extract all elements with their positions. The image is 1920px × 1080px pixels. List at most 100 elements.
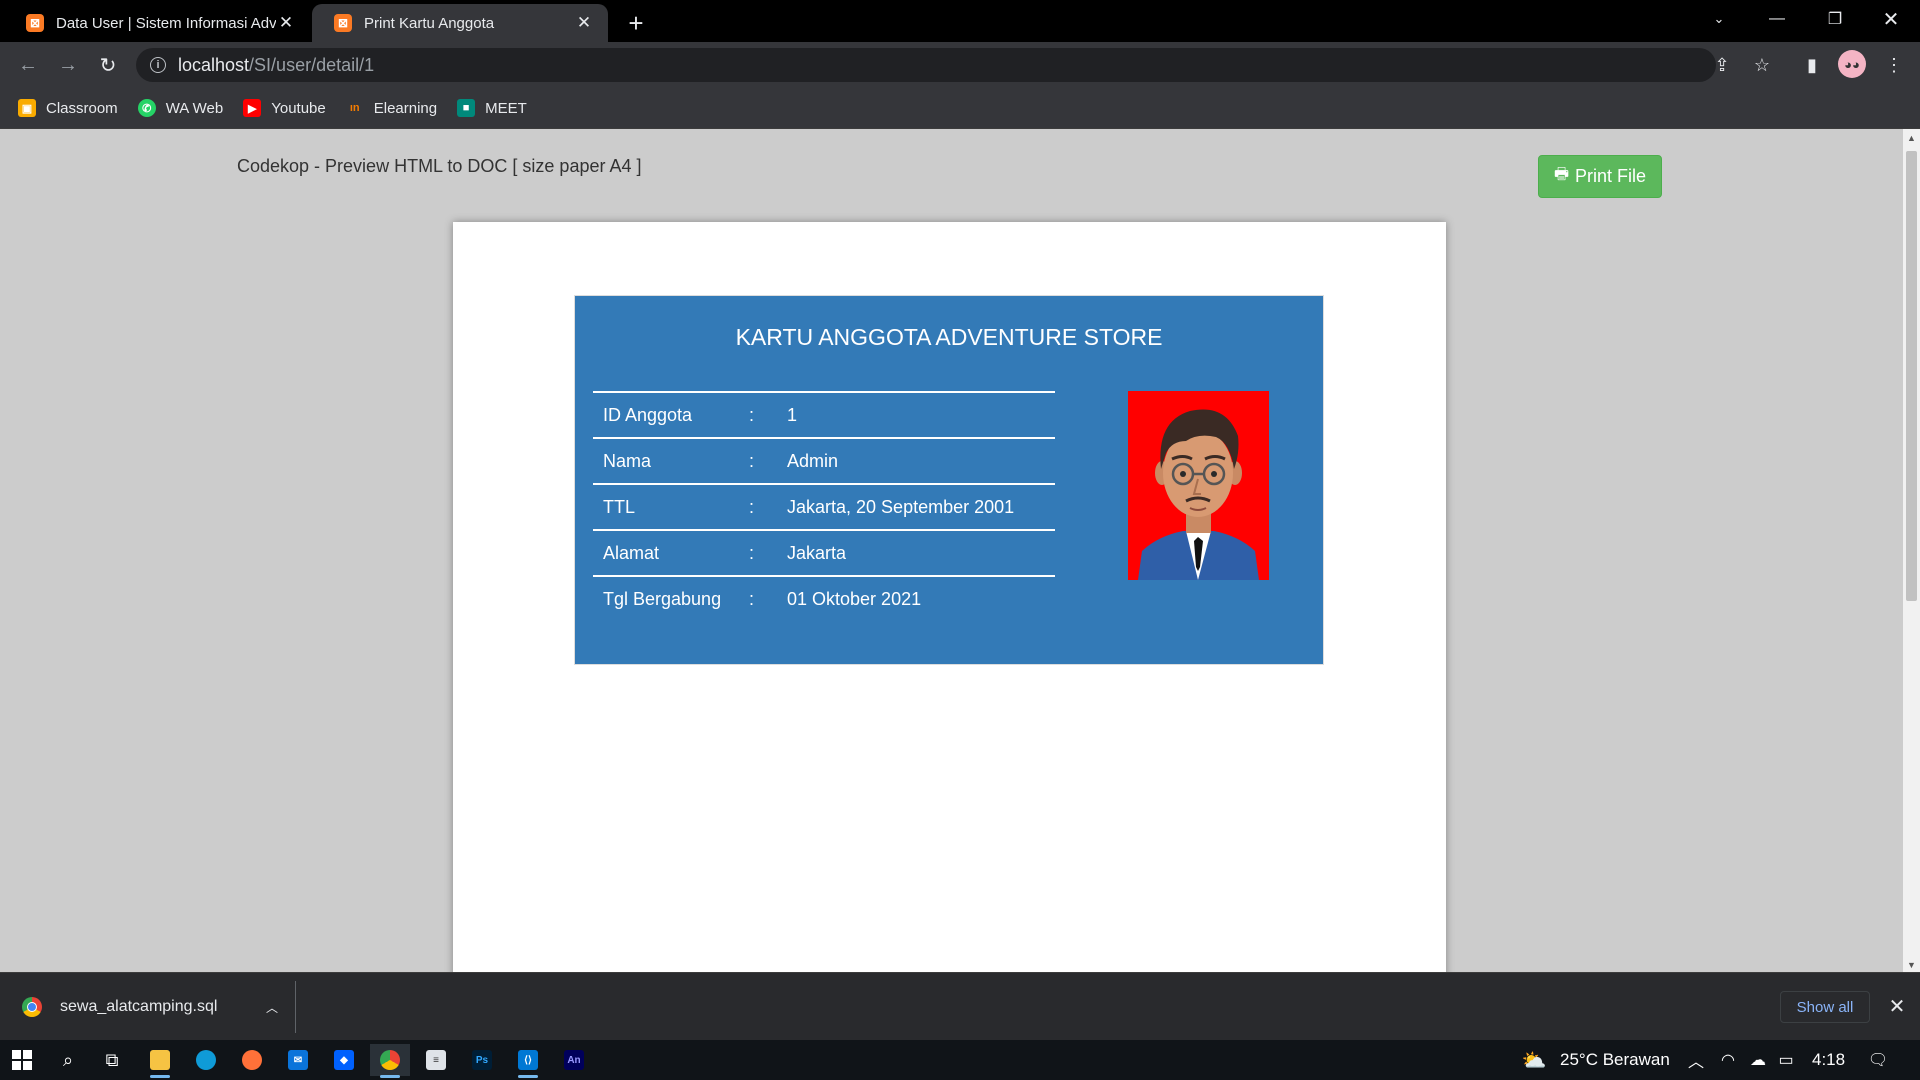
vscode-icon[interactable]: ⟨⟩ [508,1044,548,1078]
row-separator: : [749,483,777,530]
row-separator: : [749,529,777,576]
task-view-icon[interactable]: ⧉ [92,1044,132,1076]
tab-title: Data User | Sistem Informasi Adventure S… [56,14,276,32]
row-label: Nama [593,437,749,484]
member-info-table: ID Anggota : 1 Nama : Admin TTL : Jakart… [593,391,1055,622]
bookmark-youtube[interactable]: ▶ Youtube [243,99,326,117]
row-label: Alamat [593,529,749,576]
member-photo [1128,391,1269,580]
bookmark-label: Elearning [373,99,438,117]
new-tab-button[interactable]: + [620,7,652,39]
share-icon[interactable]: ⇪ [1712,55,1732,75]
close-tab-icon[interactable]: ✕ [276,13,296,33]
page-viewport: Codekop - Preview HTML to DOC [ size pap… [0,128,1920,972]
tab-print-kartu[interactable]: ⊠ Print Kartu Anggota ✕ [312,4,608,42]
bookmarks-bar: ▣ Classroom ✆ WA Web ▶ Youtube ın Elearn… [0,88,1920,128]
close-window-button[interactable]: ✕ [1866,0,1916,38]
row-value: 1 [777,391,1055,438]
classroom-icon: ▣ [18,99,36,117]
bookmark-star-icon[interactable]: ☆ [1752,55,1772,75]
edge-icon[interactable] [186,1044,226,1076]
vertical-scrollbar[interactable]: ▲ ▼ [1903,129,1920,972]
weather-text[interactable]: 25°C Berawan [1560,1050,1670,1070]
member-card: KARTU ANGGOTA ADVENTURE STORE ID Anggota… [574,295,1324,665]
mail-icon[interactable]: ✉ [278,1044,318,1076]
bookmark-label: Youtube [271,99,326,117]
chrome-icon [22,997,42,1017]
browser-toolbar: ← → ↻ i localhost/SI/user/detail/1 ⇪ ☆ ▮… [0,42,1920,88]
table-row: ID Anggota : 1 [593,391,1055,438]
photoshop-icon[interactable]: Ps [462,1044,502,1076]
url-text[interactable]: localhost/SI/user/detail/1 [178,55,374,76]
minimize-button[interactable]: — [1752,0,1802,38]
row-value: 01 Oktober 2021 [777,575,1055,622]
print-file-button[interactable]: 🖶 Print File [1538,155,1662,198]
address-bar[interactable]: i localhost/SI/user/detail/1 ⇪ ☆ [136,48,1770,82]
site-info-icon[interactable]: i [150,57,166,73]
card-title: KARTU ANGGOTA ADVENTURE STORE [735,324,1163,350]
clock[interactable]: 4:18 [1812,1050,1845,1070]
xampp-icon: ⊠ [334,14,352,32]
table-row: TTL : Jakarta, 20 September 2001 [593,483,1055,530]
table-row: Tgl Bergabung : 01 Oktober 2021 [593,575,1055,622]
close-tab-icon[interactable]: ✕ [574,13,594,33]
table-row: Alamat : Jakarta [593,529,1055,576]
download-shelf: sewa_alatcamping.sql ︿ Show all ✕ [0,972,1920,1040]
bookmark-classroom[interactable]: ▣ Classroom [18,99,118,117]
windows-taskbar: ⌕ ⧉ ✉ ◆ ≡ Ps ⟨⟩ An ⛅ 25°C Berawan ︿ ◠ ☁ … [0,1040,1920,1080]
scroll-down-icon[interactable]: ▼ [1903,956,1920,972]
file-explorer-icon[interactable] [140,1044,180,1078]
whatsapp-icon: ✆ [137,99,156,117]
meet-icon: ■ [457,99,476,117]
bookmark-elearning[interactable]: ın Elearning [346,99,437,117]
row-value: Jakarta [777,529,1055,576]
firefox-icon[interactable] [232,1044,272,1076]
notepad-icon[interactable]: ≡ [416,1044,456,1076]
elearning-icon: ın [349,102,360,114]
bookmark-label: WA Web [165,99,224,117]
close-shelf-icon[interactable]: ✕ [1884,993,1910,1019]
chevron-up-icon[interactable]: ︿ [262,999,282,1016]
bookmark-meet[interactable]: ■ MEET [457,99,527,117]
preview-title: Codekop - Preview HTML to DOC [ size pap… [237,156,642,176]
restore-button[interactable]: ❐ [1810,0,1860,38]
search-icon[interactable]: ⌕ [48,1044,88,1076]
bookmark-label: Classroom [46,99,118,117]
youtube-icon: ▶ [243,99,262,117]
onedrive-icon[interactable]: ☁ [1746,1048,1770,1072]
scrollbar-thumb[interactable] [1906,151,1917,601]
tab-data-user[interactable]: ⊠ Data User | Sistem Informasi Adventure… [4,4,310,42]
row-value: Admin [777,437,1055,484]
row-separator: : [749,437,777,484]
row-separator: : [749,391,777,438]
forward-button[interactable]: → [52,49,84,81]
row-value: Jakarta, 20 September 2001 [777,483,1055,530]
bookmark-label: MEET [485,99,527,117]
back-button[interactable]: ← [12,49,44,81]
reload-button[interactable]: ↻ [92,49,124,81]
menu-icon[interactable]: ⋮ [1878,49,1910,81]
dropbox-icon[interactable]: ◆ [324,1044,364,1076]
animate-icon[interactable]: An [554,1044,594,1076]
weather-icon[interactable]: ⛅ [1522,1048,1547,1072]
start-button[interactable] [2,1044,42,1076]
battery-icon[interactable]: ▭ [1774,1048,1798,1072]
show-all-button[interactable]: Show all [1780,991,1870,1023]
chevron-up-icon[interactable]: ︿ [1684,1048,1708,1072]
row-label: Tgl Bergabung [593,575,749,622]
scroll-up-icon[interactable]: ▲ [1903,129,1920,146]
avatar-illustration [1128,391,1269,580]
chrome-taskbar-icon[interactable] [370,1044,410,1078]
side-panel-icon[interactable]: ▮ [1796,49,1828,81]
tab-search-icon[interactable]: ⌄ [1694,0,1744,38]
bookmark-wa-web[interactable]: ✆ WA Web [137,99,224,117]
tab-title: Print Kartu Anggota [364,14,495,32]
avatar[interactable]: ◕◕ [1838,50,1866,78]
notification-icon[interactable]: 🗨 [1866,1048,1890,1072]
tab-strip: ⊠ Data User | Sistem Informasi Adventure… [0,0,1920,42]
download-item[interactable]: sewa_alatcamping.sql ︿ [22,988,282,1026]
row-label: TTL [593,483,749,530]
wifi-icon[interactable]: ◠ [1716,1048,1740,1072]
print-file-label: Print File [1575,166,1647,186]
download-file-name: sewa_alatcamping.sql [60,998,218,1015]
